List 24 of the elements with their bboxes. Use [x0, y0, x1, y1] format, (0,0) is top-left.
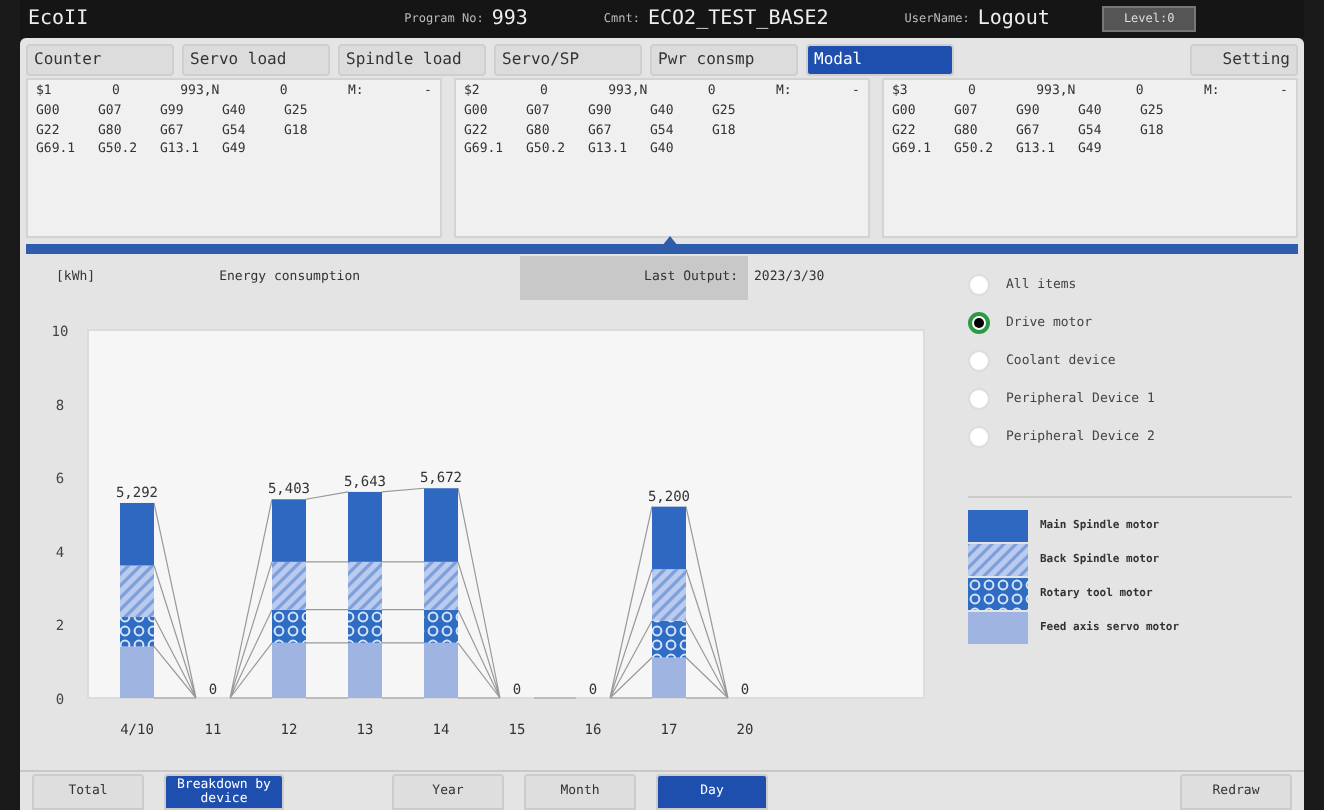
radio-button[interactable] [968, 312, 990, 334]
comment-text: ECO2_TEST_BASE2 [647, 6, 829, 34]
legend-swatch [968, 612, 1028, 644]
bar-segment [652, 506, 686, 570]
logout-link[interactable]: Logout [977, 4, 1050, 34]
tab[interactable]: Servo load [182, 44, 330, 76]
program-number: 993 [491, 6, 528, 34]
bar-segment [652, 657, 686, 698]
tab[interactable]: Servo/SP [494, 44, 642, 76]
tab[interactable]: Counter [26, 44, 174, 76]
bar-segment [652, 569, 686, 621]
app-title: EcoII [28, 6, 89, 34]
bar-segment [652, 620, 686, 658]
setting-button[interactable]: Setting [1190, 44, 1298, 76]
bar-segment [272, 499, 306, 562]
tab[interactable]: Pwr consmp [650, 44, 798, 76]
legend-swatch [968, 578, 1028, 610]
legend-swatch [968, 510, 1028, 542]
tab[interactable]: Spindle load [338, 44, 486, 76]
legend-swatch [968, 544, 1028, 576]
tab[interactable]: Modal [806, 44, 954, 76]
bar-segment [120, 502, 154, 566]
splitter-handle-icon[interactable] [662, 236, 678, 246]
connector-lines-drawing [533, 697, 577, 699]
